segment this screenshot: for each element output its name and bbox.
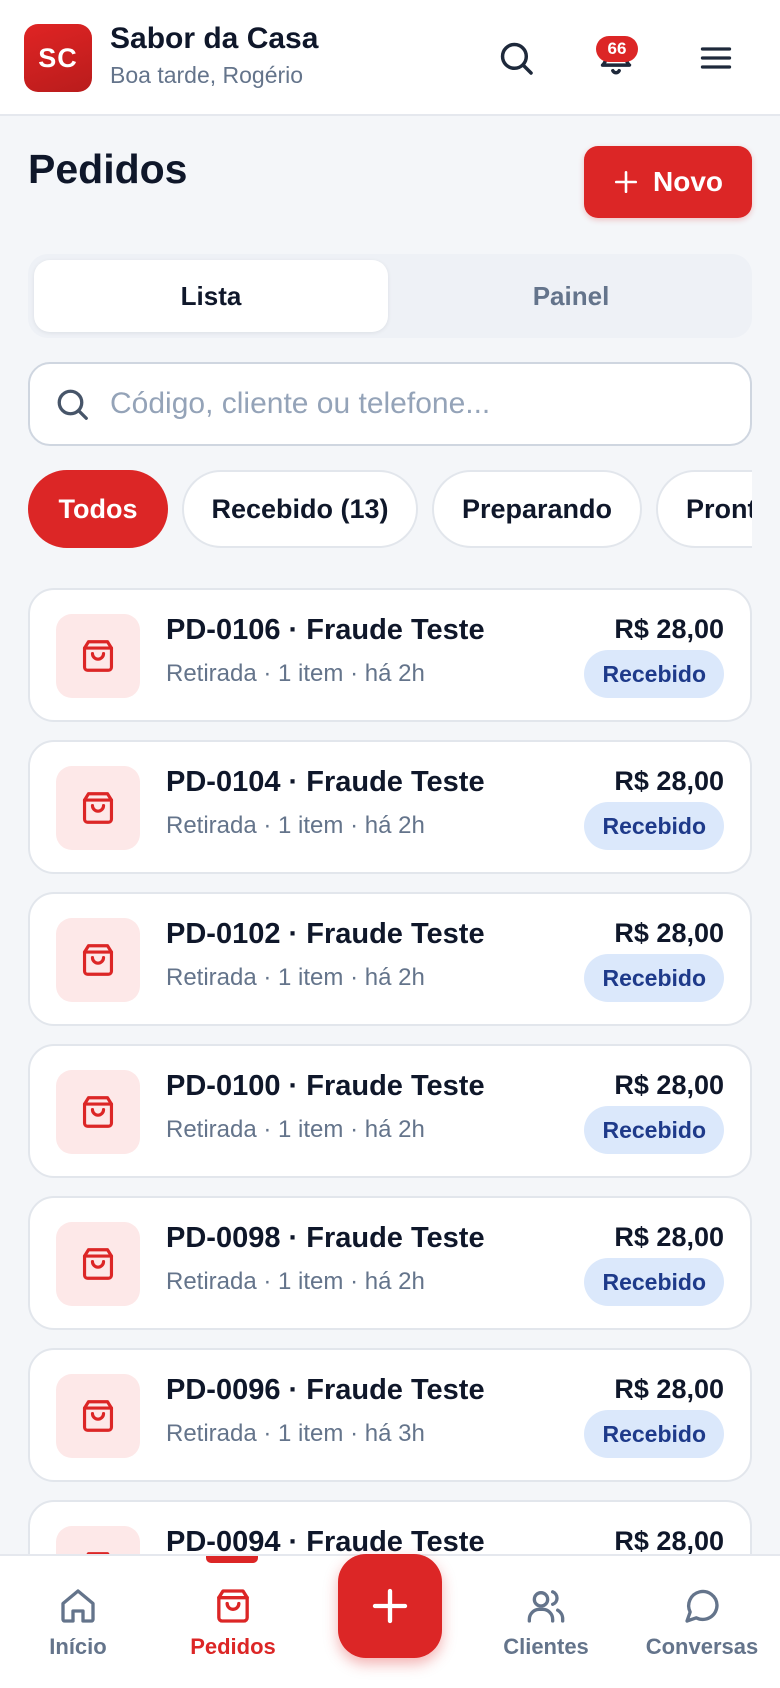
order-bag-icon-tile	[56, 1374, 140, 1458]
order-price: R$ 28,00	[614, 1374, 724, 1404]
order-title: PD-0094 · Fraude Teste	[166, 1526, 485, 1556]
greeting-text: Boa tarde, Rogério	[110, 62, 304, 88]
nav-label: Clientes	[503, 1634, 589, 1659]
order-price: R$ 28,00	[614, 1222, 724, 1252]
nav-item-pedidos[interactable]: Pedidos	[168, 1556, 298, 1688]
order-bag-icon-tile	[56, 614, 140, 698]
shopping-bag-icon	[82, 1096, 114, 1128]
nav-label: Conversas	[645, 1634, 759, 1659]
order-bag-icon-tile	[56, 1526, 140, 1556]
order-card[interactable]: PD-0104 · Fraude Teste Retirada · 1 item…	[28, 740, 752, 874]
shopping-bag-icon	[82, 1400, 114, 1432]
order-title: PD-0106 · Fraude Teste	[166, 614, 485, 646]
order-card[interactable]: PD-0098 · Fraude Teste Retirada · 1 item…	[28, 1196, 752, 1330]
filter-chip-recebido[interactable]: Recebido (13)	[182, 470, 418, 548]
home-icon	[61, 1589, 95, 1623]
order-price: R$ 28,00	[614, 766, 724, 796]
order-bag-icon-tile	[56, 1222, 140, 1306]
order-meta: Retirada · 1 item · há 2h	[166, 660, 425, 687]
search-icon	[500, 42, 533, 75]
app-header: SC Sabor da Casa Boa tarde, Rogério 66	[0, 0, 780, 116]
order-title: PD-0104 · Fraude Teste	[166, 766, 485, 798]
new-order-label: Novo	[653, 166, 723, 197]
menu-button[interactable]	[688, 30, 744, 86]
filter-chip-todos[interactable]: Todos	[28, 470, 168, 548]
view-switcher: Lista Painel	[28, 254, 752, 338]
nav-item-conversas[interactable]: Conversas	[640, 1556, 764, 1688]
order-title: PD-0098 · Fraude Teste	[166, 1222, 485, 1254]
order-card[interactable]: PD-0106 · Fraude Teste Retirada · 1 item…	[28, 588, 752, 722]
shopping-bag-icon	[82, 792, 114, 824]
tab-painel[interactable]: Painel	[394, 260, 748, 332]
status-badge: Recebido	[584, 1410, 724, 1458]
chat-bubble-icon	[685, 1589, 719, 1623]
brand-name: Sabor da Casa	[110, 22, 319, 55]
nav-label: Início	[49, 1634, 107, 1659]
shopping-bag-icon	[82, 640, 114, 672]
order-price: R$ 28,00	[614, 614, 724, 644]
tab-lista[interactable]: Lista	[34, 260, 388, 332]
users-icon	[527, 1590, 565, 1623]
filter-chip-pronto[interactable]: Pronto	[656, 470, 752, 548]
order-meta: Retirada · 1 item · há 2h	[166, 1116, 425, 1143]
search-input[interactable]	[110, 380, 730, 428]
status-badge: Recebido	[584, 954, 724, 1002]
order-title: PD-0102 · Fraude Teste	[166, 918, 485, 950]
nav-label: Pedidos	[190, 1634, 276, 1659]
plus-icon	[614, 170, 638, 194]
filter-chip-preparando[interactable]: Preparando	[432, 470, 642, 548]
search-icon	[57, 389, 88, 420]
search-field[interactable]	[28, 362, 752, 446]
shopping-bag-icon	[217, 1589, 249, 1623]
order-meta: Retirada · 1 item · há 2h	[166, 812, 425, 839]
order-meta: Retirada · 1 item · há 2h	[166, 1268, 425, 1295]
order-price: R$ 28,00	[614, 918, 724, 948]
order-card[interactable]: PD-0102 · Fraude Teste Retirada · 1 item…	[28, 892, 752, 1026]
search-button[interactable]	[488, 30, 544, 86]
nav-item-inicio[interactable]: Início	[18, 1556, 138, 1688]
hamburger-menu-icon	[700, 47, 732, 69]
order-meta: Retirada · 1 item · há 3h	[166, 1420, 425, 1447]
status-badge: Recebido	[584, 1258, 724, 1306]
brand-logo[interactable]: SC	[24, 24, 92, 92]
order-title: PD-0096 · Fraude Teste	[166, 1374, 485, 1406]
page-title: Pedidos	[28, 146, 188, 192]
status-badge: Recebido	[584, 1106, 724, 1154]
order-price: R$ 28,00	[614, 1070, 724, 1100]
shopping-bag-icon	[82, 1248, 114, 1280]
status-badge: Recebido	[584, 802, 724, 850]
plus-icon	[372, 1588, 408, 1624]
nav-item-clientes[interactable]: Clientes	[486, 1556, 606, 1688]
order-bag-icon-tile	[56, 1070, 140, 1154]
order-bag-icon-tile	[56, 766, 140, 850]
order-bag-icon-tile	[56, 918, 140, 1002]
order-card[interactable]: PD-0094 · Fraude Teste R$ 28,00	[28, 1500, 752, 1556]
fab-add-button[interactable]	[338, 1554, 442, 1658]
order-title: PD-0100 · Fraude Teste	[166, 1070, 485, 1102]
status-filter-chips: Todos Recebido (13) Preparando Pronto	[28, 470, 752, 548]
new-order-button[interactable]: Novo	[584, 146, 752, 218]
orders-list: PD-0106 · Fraude Teste Retirada · 1 item…	[28, 588, 752, 1556]
order-card[interactable]: PD-0100 · Fraude Teste Retirada · 1 item…	[28, 1044, 752, 1178]
order-meta: Retirada · 1 item · há 2h	[166, 964, 425, 991]
order-price: R$ 28,00	[614, 1526, 724, 1556]
status-badge: Recebido	[584, 650, 724, 698]
notification-badge: 66	[596, 36, 638, 62]
order-card[interactable]: PD-0096 · Fraude Teste Retirada · 1 item…	[28, 1348, 752, 1482]
shopping-bag-icon	[82, 944, 114, 976]
